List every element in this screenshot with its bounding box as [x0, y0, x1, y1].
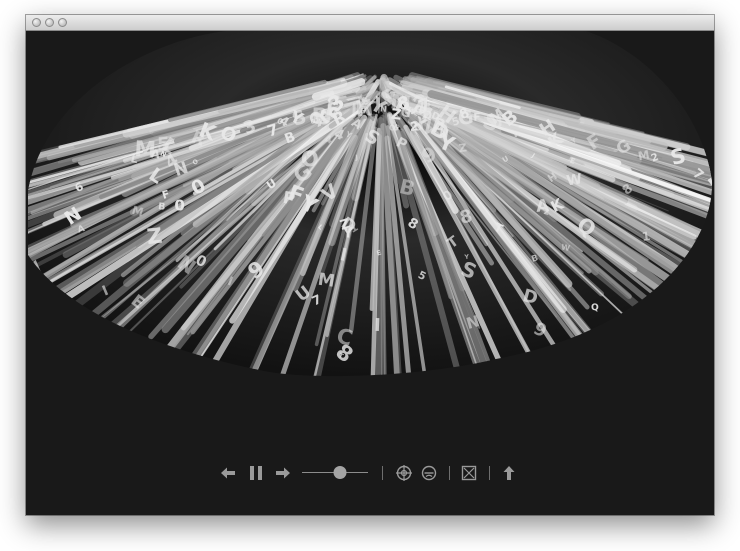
title-bar — [26, 15, 714, 31]
minimize-window-button[interactable] — [45, 18, 54, 27]
dome-glyph: W — [565, 171, 583, 189]
playback-controls — [216, 463, 536, 483]
close-window-button[interactable] — [32, 18, 41, 27]
crosshair-circle-icon[interactable] — [394, 463, 414, 483]
app-window: 6K1USL00WLRGGT8YAH5DYTBNMAYXES9OZCOMHLZP… — [26, 15, 714, 515]
dome-glyph: Q — [591, 303, 599, 313]
box-x-icon[interactable] — [459, 463, 479, 483]
dome-shape: 6K1USL00WLRGGT8YAH5DYTBNMAYXE S9OZCOMHLZP… — [28, 31, 713, 377]
dome-glyph: 4 — [324, 135, 332, 147]
separator — [382, 466, 383, 480]
dome-glyph: G — [457, 107, 475, 130]
dome-glyph: M — [317, 270, 337, 292]
arrow-up-icon[interactable] — [499, 463, 519, 483]
visualization-canvas[interactable]: 6K1USL00WLRGGT8YAH5DYTBNMAYXES9OZCOMHLZP… — [26, 31, 714, 515]
separator — [489, 466, 490, 480]
separator — [449, 466, 450, 480]
pause-icon[interactable] — [246, 463, 266, 483]
dome-glyph: W — [560, 243, 571, 254]
zoom-window-button[interactable] — [58, 18, 67, 27]
arrow-right-icon[interactable] — [273, 463, 293, 483]
dome-glyph: Z — [390, 107, 402, 124]
dome-glyph: 2 — [409, 119, 418, 133]
dome-glyph: Z — [458, 141, 468, 155]
letter-dome-visualization: 6K1USL00WLRGGT8YAH5DYTBNMAYXE S9OZCOMHLZP… — [28, 31, 713, 377]
dome-glyph: F — [473, 112, 481, 124]
minus-circle-icon[interactable] — [419, 463, 439, 483]
dome-glyph: I — [374, 315, 381, 336]
dome-glyph: 0 — [174, 196, 185, 214]
dome-glyph: B — [158, 201, 166, 213]
dome-glyph: 4 — [28, 270, 43, 287]
speed-slider-thumb[interactable] — [333, 466, 347, 479]
arrow-left-icon[interactable] — [218, 463, 238, 483]
dome-glyph: Z — [146, 223, 164, 249]
